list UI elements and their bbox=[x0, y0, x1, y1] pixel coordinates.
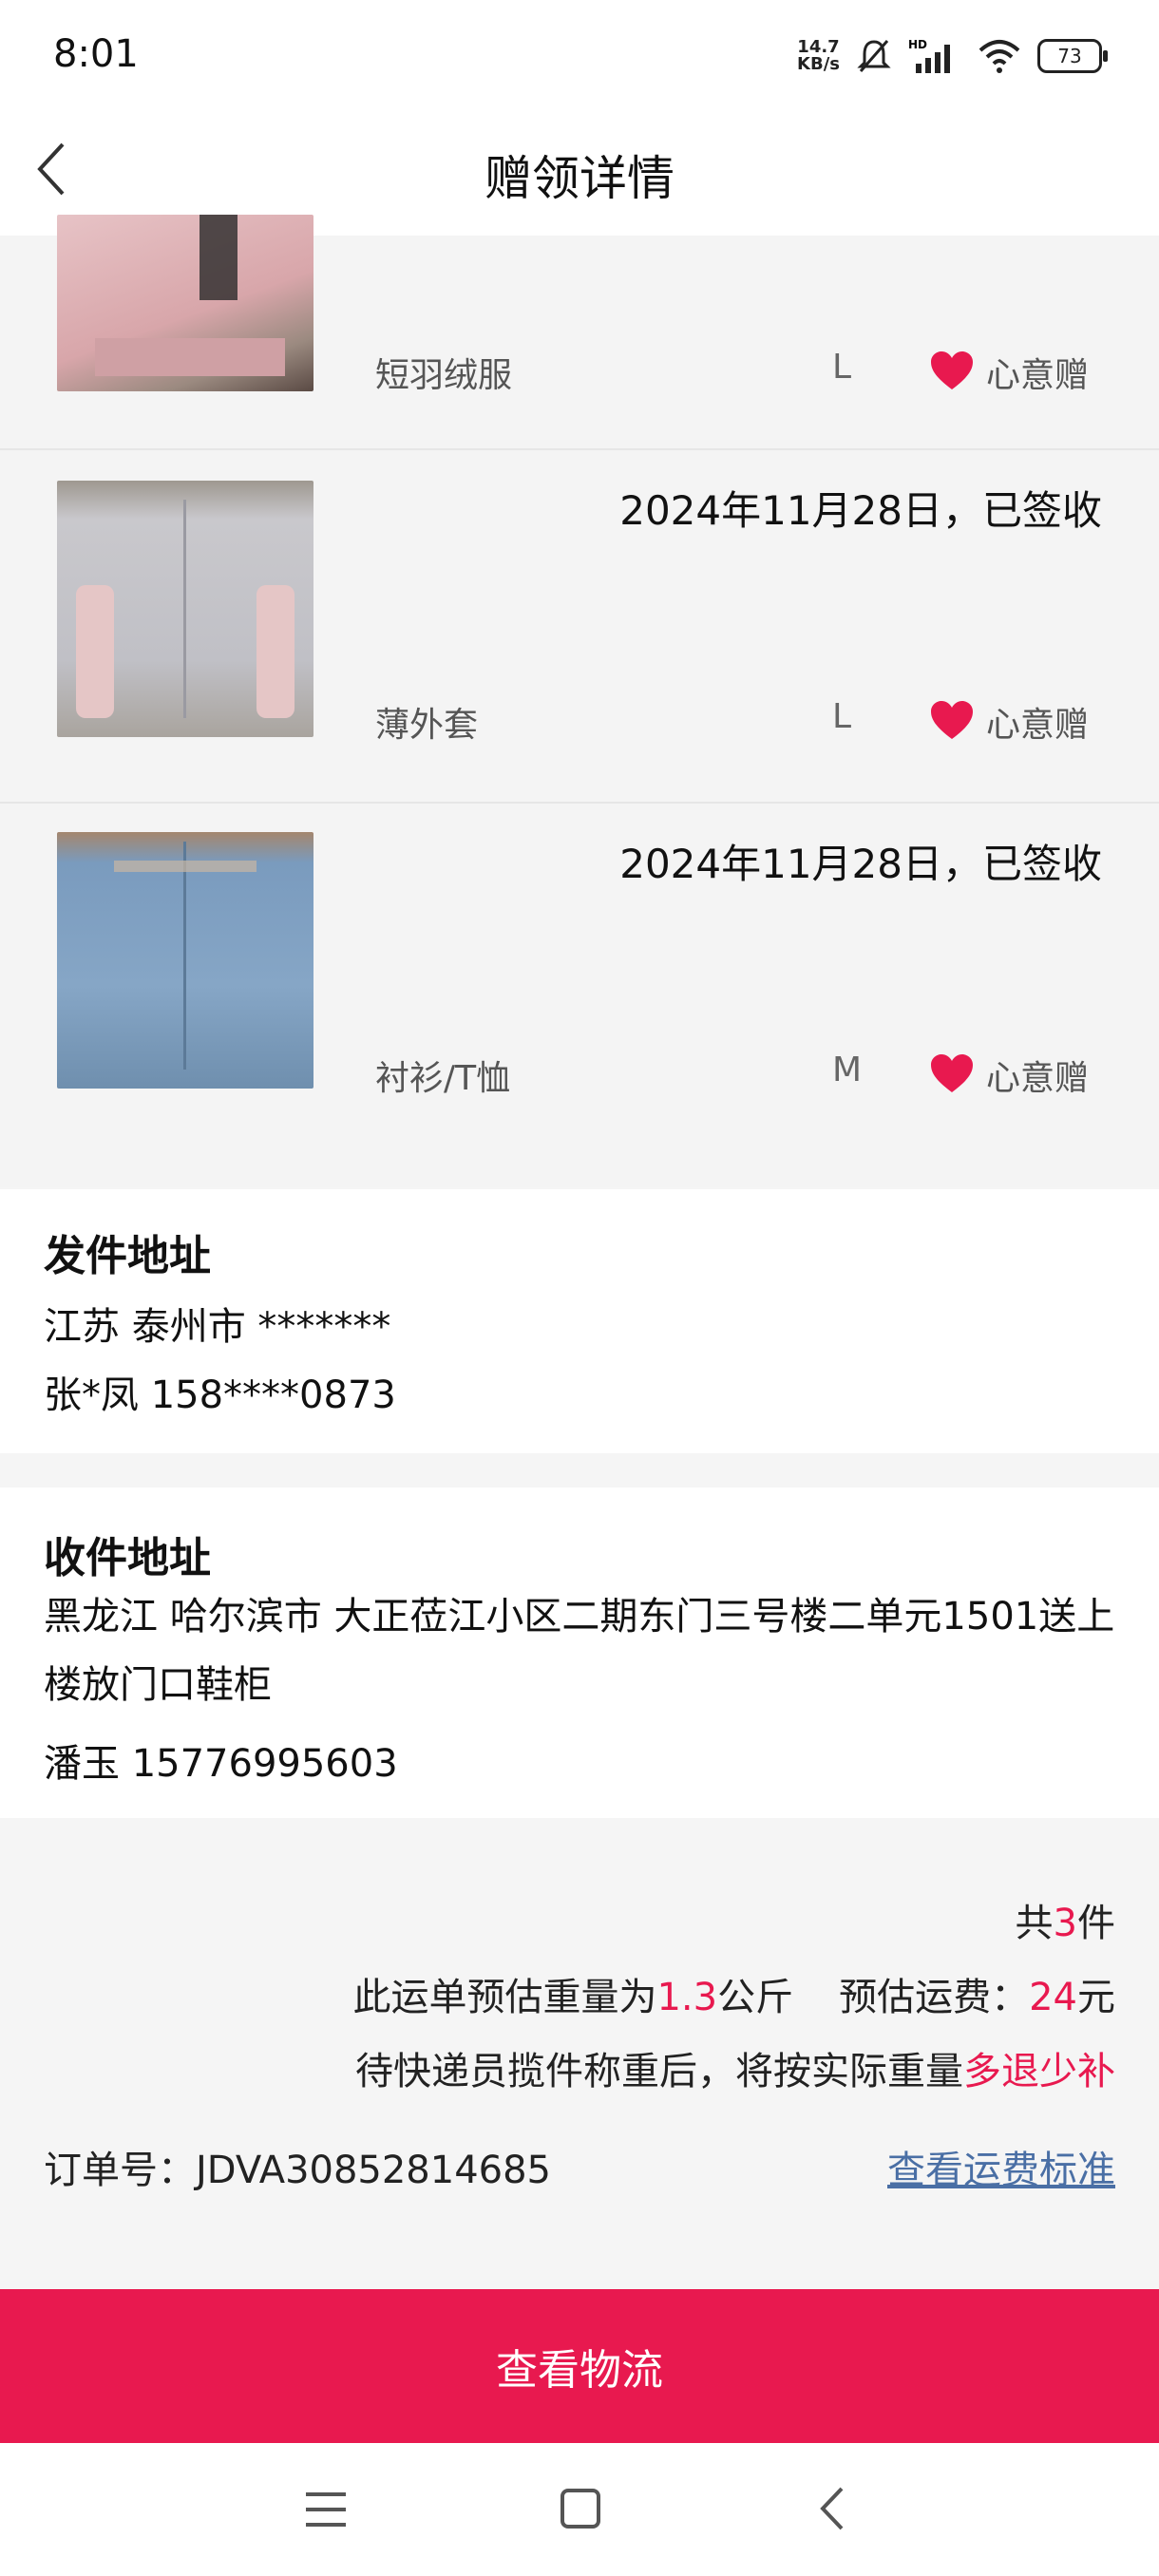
system-nav-bar bbox=[0, 2443, 1159, 2576]
item-sign-date: 2024年11月28日，已签收 bbox=[619, 841, 1102, 887]
item-sign-date: 2024年11月28日，已签收 bbox=[619, 487, 1102, 534]
status-time: 8:01 bbox=[53, 32, 139, 76]
item-size: M bbox=[832, 1051, 863, 1089]
weight-note: 待快递员揽件称重后，将按实际重量多退少补 bbox=[355, 2040, 1115, 2095]
sender-heading: 发件地址 bbox=[44, 1232, 211, 1280]
page-title: 赠领详情 bbox=[484, 151, 674, 206]
receiver-heading: 收件地址 bbox=[44, 1534, 211, 1582]
speed-unit: KB/s bbox=[797, 54, 840, 74]
fee-value: 24 bbox=[1029, 1976, 1077, 2019]
order-label: 订单号： bbox=[44, 2149, 196, 2192]
gift-type-label: 心意赠 bbox=[986, 356, 1090, 395]
view-logistics-button[interactable]: 查看物流 bbox=[0, 2289, 1159, 2443]
fee-label: 预估运费： bbox=[839, 1976, 1030, 2019]
heart-icon bbox=[931, 1054, 973, 1092]
weight-fee-line: 此运单预估重量为1.3公斤 预估运费：24元 bbox=[352, 1966, 1115, 2021]
item-thumbnail bbox=[57, 832, 314, 1089]
menu-icon[interactable] bbox=[304, 2489, 348, 2530]
list-item[interactable]: 2024年11月28日，已签收 衬衫/T恤 M 心意赠 bbox=[0, 804, 1159, 1187]
item-count: 共3件 bbox=[1016, 1892, 1115, 1947]
battery-icon: 73 bbox=[1037, 39, 1108, 73]
sender-contact: 张*凤 158****0873 bbox=[44, 1373, 396, 1417]
receiver-address: 黑龙江 哈尔滨市 大正莅江小区二期东门三号楼二单元1501送上楼放门口鞋柜 bbox=[44, 1595, 1115, 1707]
item-name: 衬衫/T恤 bbox=[375, 1059, 511, 1098]
gift-type-label: 心意赠 bbox=[986, 1059, 1090, 1098]
heart-icon bbox=[931, 701, 973, 739]
order-value: JDVA30852814685 bbox=[196, 2149, 552, 2192]
item-thumbnail bbox=[57, 215, 314, 391]
count-suffix: 件 bbox=[1077, 1902, 1115, 1945]
status-bar: 8:01 14.7 KB/s HD 73 bbox=[0, 0, 1159, 112]
item-thumbnail bbox=[57, 481, 314, 737]
item-size: L bbox=[832, 697, 852, 736]
note-highlight: 多退少补 bbox=[963, 2050, 1115, 2093]
count-prefix: 共 bbox=[1015, 1902, 1054, 1945]
order-number: 订单号：JDVA30852814685 bbox=[44, 2139, 551, 2194]
svg-text:HD: HD bbox=[908, 38, 927, 51]
back-nav-icon[interactable] bbox=[815, 2485, 849, 2532]
sender-address-card: 发件地址 江苏 泰州市 ******* 张*凤 158****0873 bbox=[0, 1189, 1159, 1453]
sender-address: 江苏 泰州市 ******* bbox=[44, 1305, 391, 1349]
receiver-address-card: 收件地址 黑龙江 哈尔滨市 大正莅江小区二期东门三号楼二单元1501送上楼放门口… bbox=[0, 1487, 1159, 1818]
wifi-icon bbox=[978, 40, 1020, 73]
weight-value: 1.3 bbox=[656, 1976, 718, 2019]
signal-icon: HD bbox=[908, 38, 950, 73]
fee-unit: 元 bbox=[1077, 1976, 1115, 2019]
count-value: 3 bbox=[1053, 1902, 1077, 1945]
gift-type-label: 心意赠 bbox=[986, 706, 1090, 745]
home-icon[interactable] bbox=[559, 2487, 602, 2530]
status-icons: 14.7 KB/s HD 73 bbox=[797, 32, 1108, 80]
heart-icon bbox=[931, 351, 973, 389]
network-speed: 14.7 KB/s bbox=[797, 39, 840, 73]
list-item[interactable]: 2024年11月28日，已签收 薄外套 L 心意赠 bbox=[0, 450, 1159, 804]
item-size: L bbox=[832, 348, 852, 387]
weight-unit: 公斤 bbox=[717, 1976, 794, 2019]
fee-standard-link[interactable]: 查看运费标准 bbox=[887, 2139, 1115, 2194]
bell-muted-icon bbox=[857, 40, 891, 72]
list-item[interactable]: 短羽绒服 L 心意赠 bbox=[0, 215, 1159, 450]
receiver-contact: 潘玉 15776995603 bbox=[44, 1742, 398, 1786]
note-prefix: 待快递员揽件称重后，将按实际重量 bbox=[355, 2050, 963, 2093]
weight-prefix: 此运单预估重量为 bbox=[352, 1976, 657, 2019]
item-name: 短羽绒服 bbox=[375, 356, 513, 395]
item-name: 薄外套 bbox=[375, 706, 479, 745]
